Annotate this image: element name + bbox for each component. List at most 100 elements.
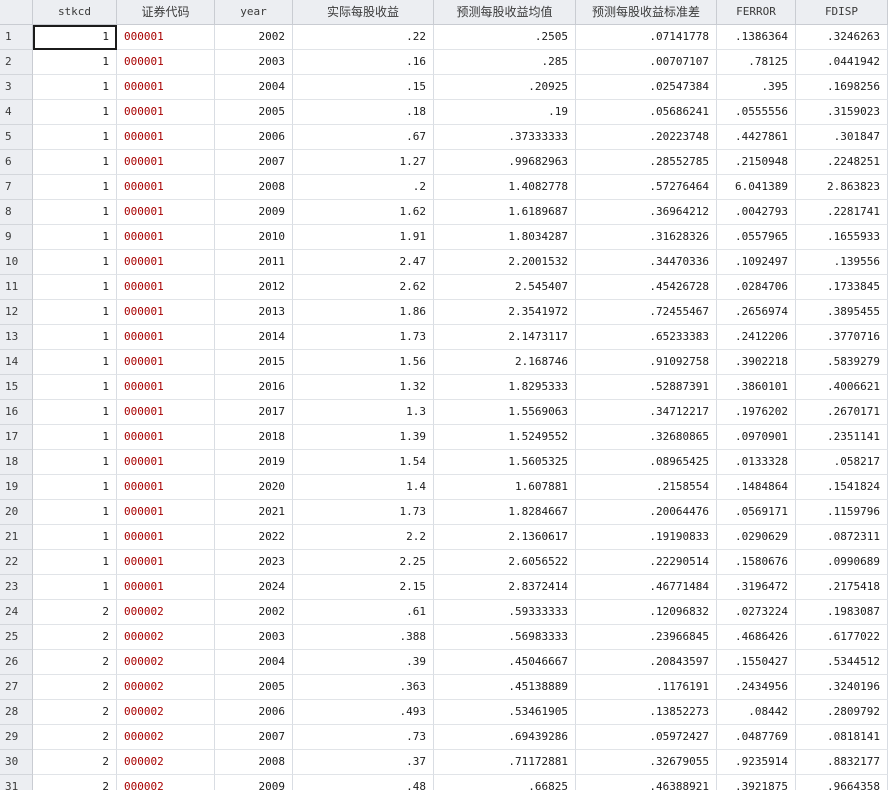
cell-actual-eps[interactable]: 1.27: [293, 150, 434, 175]
table-row[interactable]: 31 2 000002 2009.48.66825.46388921.3921875.…: [0, 775, 888, 790]
cell-year[interactable]: 2007: [215, 150, 293, 175]
table-row[interactable]: 11 1 000001 2012 2.62 2.545407.45426728.02847…: [0, 275, 888, 300]
cell-ferror[interactable]: .4686426: [717, 625, 796, 650]
cell-actual-eps[interactable]: .37: [293, 750, 434, 775]
cell-year[interactable]: 2004: [215, 75, 293, 100]
table-row[interactable]: 9 1 000001 2010 1.91 1.8034287.31628326.05579…: [0, 225, 888, 250]
cell-stkcd[interactable]: 1: [33, 50, 117, 75]
cell-ferror[interactable]: .3196472: [717, 575, 796, 600]
cell-forecast-eps-mean[interactable]: 2.168746: [434, 350, 576, 375]
cell-actual-eps[interactable]: .73: [293, 725, 434, 750]
cell-security-code[interactable]: 000001: [117, 400, 215, 425]
cell-stkcd[interactable]: 1: [33, 400, 117, 425]
cell-ferror[interactable]: .1976202: [717, 400, 796, 425]
cell-fdisp[interactable]: .1541824: [796, 475, 888, 500]
cell-forecast-eps-sd[interactable]: .20223748: [576, 125, 717, 150]
cell-forecast-eps-mean[interactable]: 2.6056522: [434, 550, 576, 575]
cell-ferror[interactable]: .1386364: [717, 25, 796, 50]
cell-actual-eps[interactable]: .18: [293, 100, 434, 125]
cell-fdisp[interactable]: .3895455: [796, 300, 888, 325]
column-header-ferror[interactable]: FERROR: [717, 0, 796, 25]
cell-forecast-eps-sd[interactable]: .28552785: [576, 150, 717, 175]
cell-forecast-eps-sd[interactable]: .12096832: [576, 600, 717, 625]
cell-fdisp[interactable]: .9664358: [796, 775, 888, 790]
cell-forecast-eps-sd[interactable]: .20064476: [576, 500, 717, 525]
cell-forecast-eps-mean[interactable]: 2.3541972: [434, 300, 576, 325]
cell-ferror[interactable]: .395: [717, 75, 796, 100]
cell-actual-eps[interactable]: .388: [293, 625, 434, 650]
cell-security-code[interactable]: 000001: [117, 300, 215, 325]
table-row[interactable]: 14 1 000001 2015 1.56 2.168746.91092758.39022…: [0, 350, 888, 375]
cell-fdisp[interactable]: .6177022: [796, 625, 888, 650]
cell-forecast-eps-mean[interactable]: .66825: [434, 775, 576, 790]
cell-ferror[interactable]: .0970901: [717, 425, 796, 450]
table-row[interactable]: 30 2 000002 2008.37.71172881.32679055.92359…: [0, 750, 888, 775]
cell-security-code[interactable]: 000001: [117, 325, 215, 350]
cell-year[interactable]: 2022: [215, 525, 293, 550]
cell-fdisp[interactable]: .0872311: [796, 525, 888, 550]
cell-stkcd[interactable]: 2: [33, 725, 117, 750]
column-header-fdisp[interactable]: FDISP: [796, 0, 888, 25]
cell-ferror[interactable]: .4427861: [717, 125, 796, 150]
cell-forecast-eps-mean[interactable]: .285: [434, 50, 576, 75]
cell-forecast-eps-sd[interactable]: .32679055: [576, 750, 717, 775]
cell-actual-eps[interactable]: .39: [293, 650, 434, 675]
cell-security-code[interactable]: 000001: [117, 150, 215, 175]
cell-stkcd[interactable]: 1: [33, 475, 117, 500]
cell-security-code[interactable]: 000001: [117, 175, 215, 200]
row-number[interactable]: 22: [0, 550, 33, 575]
cell-security-code[interactable]: 000001: [117, 425, 215, 450]
column-header-forecast-eps-mean[interactable]: 预测每股收益均值: [434, 0, 576, 25]
cell-forecast-eps-mean[interactable]: .37333333: [434, 125, 576, 150]
cell-year[interactable]: 2004: [215, 650, 293, 675]
cell-forecast-eps-sd[interactable]: .05972427: [576, 725, 717, 750]
cell-forecast-eps-sd[interactable]: .08965425: [576, 450, 717, 475]
row-number-header[interactable]: [0, 0, 33, 25]
cell-year[interactable]: 2020: [215, 475, 293, 500]
cell-year[interactable]: 2006: [215, 125, 293, 150]
cell-forecast-eps-mean[interactable]: .53461905: [434, 700, 576, 725]
cell-ferror[interactable]: .9235914: [717, 750, 796, 775]
table-row[interactable]: 23 1 000001 2024 2.15 2.8372414.46771484.3196…: [0, 575, 888, 600]
table-row[interactable]: 12 1 000001 2013 1.86 2.3541972.72455467.2656…: [0, 300, 888, 325]
table-row[interactable]: 21 1 000001 2022 2.2 2.1360617.19190833.02906…: [0, 525, 888, 550]
cell-ferror[interactable]: .0487769: [717, 725, 796, 750]
cell-forecast-eps-mean[interactable]: 1.8284667: [434, 500, 576, 525]
row-number[interactable]: 27: [0, 675, 33, 700]
cell-actual-eps[interactable]: 2.15: [293, 575, 434, 600]
cell-actual-eps[interactable]: 2.2: [293, 525, 434, 550]
cell-ferror[interactable]: .2150948: [717, 150, 796, 175]
cell-forecast-eps-mean[interactable]: .45046667: [434, 650, 576, 675]
row-number[interactable]: 9: [0, 225, 33, 250]
cell-year[interactable]: 2003: [215, 625, 293, 650]
cell-fdisp[interactable]: .1733845: [796, 275, 888, 300]
row-number[interactable]: 19: [0, 475, 33, 500]
cell-actual-eps[interactable]: 1.91: [293, 225, 434, 250]
cell-year[interactable]: 2017: [215, 400, 293, 425]
cell-stkcd[interactable]: 2: [33, 750, 117, 775]
cell-year[interactable]: 2016: [215, 375, 293, 400]
table-row[interactable]: 1 1 000001 2002.22.2505.07141778.1386364.32…: [0, 25, 888, 50]
cell-stkcd[interactable]: 1: [33, 150, 117, 175]
row-number[interactable]: 18: [0, 450, 33, 475]
table-row[interactable]: 25 2 000002 2003.388.56983333.23966845.4686…: [0, 625, 888, 650]
cell-stkcd[interactable]: 2: [33, 650, 117, 675]
row-number[interactable]: 20: [0, 500, 33, 525]
row-number[interactable]: 29: [0, 725, 33, 750]
cell-security-code[interactable]: 000001: [117, 225, 215, 250]
cell-fdisp[interactable]: .8832177: [796, 750, 888, 775]
cell-ferror[interactable]: .0569171: [717, 500, 796, 525]
table-row[interactable]: 28 2 000002 2006.493.53461905.13852273.0844…: [0, 700, 888, 725]
table-row[interactable]: 27 2 000002 2005.363.45138889.1176191.24349…: [0, 675, 888, 700]
cell-security-code[interactable]: 000002: [117, 600, 215, 625]
cell-year[interactable]: 2003: [215, 50, 293, 75]
cell-year[interactable]: 2005: [215, 675, 293, 700]
cell-forecast-eps-sd[interactable]: .72455467: [576, 300, 717, 325]
cell-forecast-eps-mean[interactable]: 1.5569063: [434, 400, 576, 425]
cell-forecast-eps-mean[interactable]: .20925: [434, 75, 576, 100]
cell-fdisp[interactable]: .3159023: [796, 100, 888, 125]
cell-stkcd[interactable]: 1: [33, 575, 117, 600]
cell-forecast-eps-sd[interactable]: .65233383: [576, 325, 717, 350]
cell-actual-eps[interactable]: .16: [293, 50, 434, 75]
cell-forecast-eps-mean[interactable]: 1.6189687: [434, 200, 576, 225]
